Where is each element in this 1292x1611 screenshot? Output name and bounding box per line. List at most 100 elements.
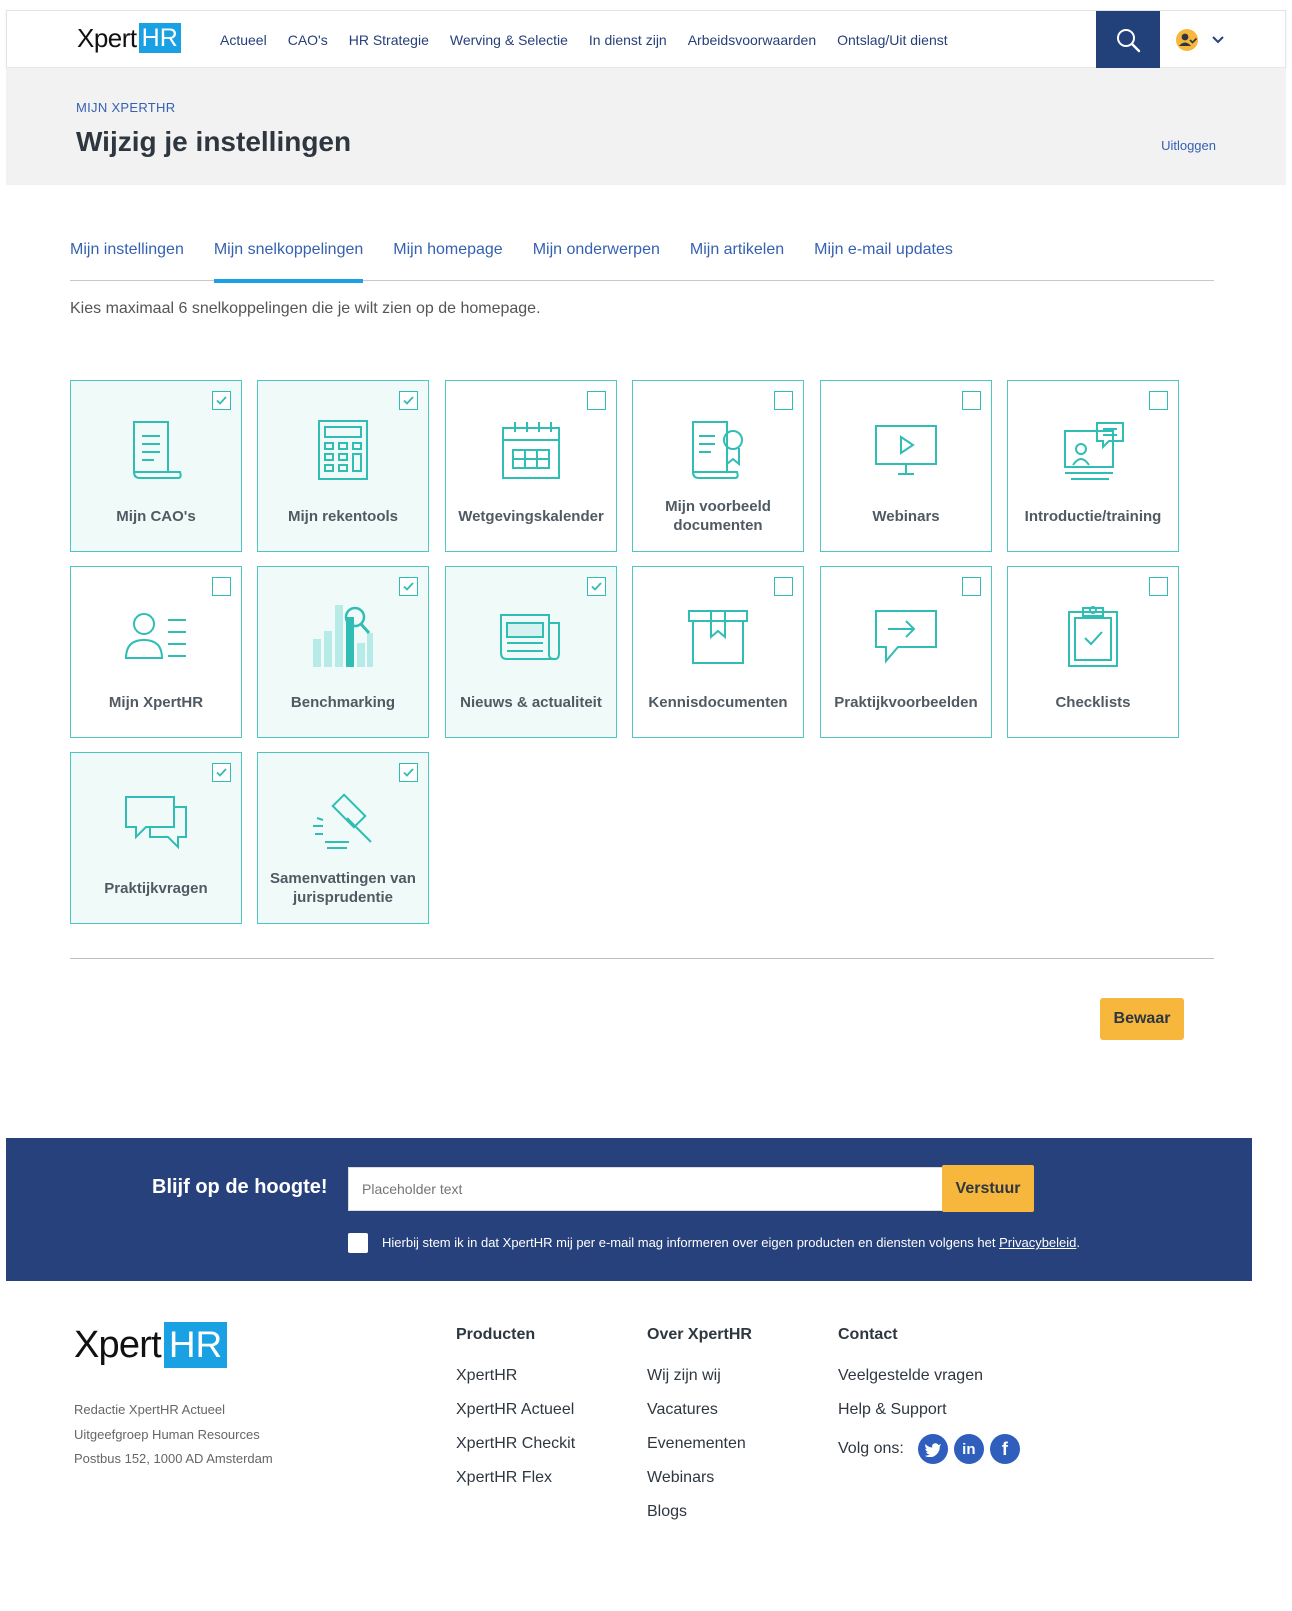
tile-checkbox[interactable] xyxy=(587,577,606,596)
footer-col-title: Over XpertHR xyxy=(647,1326,752,1343)
nav-werving-selectie[interactable]: Werving & Selectie xyxy=(450,32,568,48)
chevron-down-icon xyxy=(1212,36,1224,44)
check-icon xyxy=(403,582,414,591)
tab-mijn-homepage[interactable]: Mijn homepage xyxy=(393,237,502,281)
check-icon xyxy=(403,768,414,777)
newsletter-bar: Blijf op de hoogte! Verstuur Hierbij ste… xyxy=(6,1138,1252,1281)
consent-checkbox[interactable] xyxy=(348,1233,368,1253)
intro-text: Kies maximaal 6 snelkoppelingen die je w… xyxy=(70,300,541,317)
breadcrumb[interactable]: MIJN XPERTHR xyxy=(76,100,175,115)
shortcut-tile[interactable]: Praktijkvoorbeelden xyxy=(820,566,992,738)
footer-logo[interactable]: Xpert HR xyxy=(74,1322,228,1368)
tile-checkbox[interactable] xyxy=(587,391,606,410)
speech-arrow-icon xyxy=(871,603,941,669)
shortcut-tile[interactable]: Introductie/training xyxy=(1007,380,1179,552)
nav-caos[interactable]: CAO's xyxy=(288,32,328,48)
tab-mijn-artikelen[interactable]: Mijn artikelen xyxy=(690,237,784,281)
shortcut-tile[interactable]: Checklists xyxy=(1007,566,1179,738)
page-title: Wijzig je instellingen xyxy=(76,126,352,157)
tab-mijn-snelkoppelingen[interactable]: Mijn snelkoppelingen xyxy=(213,237,364,283)
tile-checkbox[interactable] xyxy=(962,391,981,410)
logo-badge: HR xyxy=(138,23,181,53)
facebook-icon[interactable]: f xyxy=(989,1434,1020,1464)
footer-link[interactable]: Vacatures xyxy=(647,1400,752,1420)
nav-hr-strategie[interactable]: HR Strategie xyxy=(349,32,429,48)
video-icon xyxy=(871,417,941,483)
search-icon xyxy=(1117,29,1141,53)
tile-checkbox[interactable] xyxy=(399,577,418,596)
shortcut-tile[interactable]: Kennisdocumenten xyxy=(632,566,804,738)
shortcut-tile[interactable]: Mijn CAO's xyxy=(70,380,242,552)
tab-mijn-email-updates[interactable]: Mijn e-mail updates xyxy=(814,237,953,281)
social-follow: Volg ons: in f xyxy=(838,1434,1020,1464)
footer-logo-badge: HR xyxy=(163,1322,228,1368)
tile-checkbox[interactable] xyxy=(212,391,231,410)
footer-link[interactable]: XpertHR Actueel xyxy=(456,1400,575,1420)
footer-link[interactable]: Wij zijn wij xyxy=(647,1366,752,1386)
xperthr-logo[interactable]: Xpert HR xyxy=(77,23,181,53)
footer-logo-text: Xpert xyxy=(74,1324,162,1366)
logo-text: Xpert xyxy=(77,23,137,53)
tile-checkbox[interactable] xyxy=(399,763,418,782)
shortcut-tile[interactable]: Mijn rekentools xyxy=(257,380,429,552)
tile-checkbox[interactable] xyxy=(212,763,231,782)
footer-col-title: Contact xyxy=(838,1326,898,1343)
tab-mijn-onderwerpen[interactable]: Mijn onderwerpen xyxy=(533,237,660,281)
shortcut-tile[interactable]: Praktijkvragen xyxy=(70,752,242,924)
tile-label: Introductie/training xyxy=(1024,507,1162,525)
tile-checkbox[interactable] xyxy=(1149,577,1168,596)
address-line: Postbus 152, 1000 AD Amsterdam xyxy=(74,1451,273,1466)
nav-arbeidsvoorwaarden[interactable]: Arbeidsvoorwaarden xyxy=(688,32,816,48)
footer-link[interactable]: Webinars xyxy=(647,1468,752,1488)
consent-text-body: Hierbij stem ik in dat XpertHR mij per e… xyxy=(382,1235,1000,1250)
chat-bubbles-icon xyxy=(121,789,191,855)
shortcut-tile[interactable]: Webinars xyxy=(820,380,992,552)
tile-label: Samenvattingen van jurisprudentie xyxy=(270,870,416,906)
tile-checkbox[interactable] xyxy=(212,577,231,596)
top-header: Xpert HR Actueel CAO's HR Strategie Werv… xyxy=(6,10,1286,69)
certificate-icon xyxy=(683,417,753,483)
calculator-icon xyxy=(308,417,378,483)
tab-mijn-instellingen[interactable]: Mijn instellingen xyxy=(70,237,184,281)
logout-link[interactable]: Uitloggen xyxy=(1161,138,1216,153)
tile-checkbox[interactable] xyxy=(399,391,418,410)
main-nav: Actueel CAO's HR Strategie Werving & Sel… xyxy=(220,11,969,69)
settings-tabs: Mijn instellingen Mijn snelkoppelingen M… xyxy=(70,237,1214,283)
save-button[interactable]: Bewaar xyxy=(1100,998,1184,1040)
tile-label: Benchmarking xyxy=(290,693,396,711)
twitter-icon[interactable] xyxy=(917,1434,948,1464)
footer-link[interactable]: XpertHR Flex xyxy=(456,1468,575,1488)
shortcut-tile[interactable]: Samenvattingen van jurisprudentie xyxy=(257,752,429,924)
footer-address: Redactie XpertHR Actueel Uitgeefgroep Hu… xyxy=(74,1398,273,1472)
search-button[interactable] xyxy=(1096,11,1160,69)
newsletter-submit-button[interactable]: Verstuur xyxy=(942,1165,1034,1212)
privacy-link[interactable]: Privacybeleid xyxy=(999,1235,1076,1250)
footer-link[interactable]: Evenementen xyxy=(647,1434,752,1454)
footer-link[interactable]: XpertHR Checkit xyxy=(456,1434,575,1454)
nav-actueel[interactable]: Actueel xyxy=(220,32,267,48)
shortcut-tile[interactable]: Benchmarking xyxy=(257,566,429,738)
shortcut-tile[interactable]: Nieuws & actualiteit xyxy=(445,566,617,738)
linkedin-icon[interactable]: in xyxy=(953,1434,984,1464)
tile-checkbox[interactable] xyxy=(774,577,793,596)
footer-link[interactable]: Blogs xyxy=(647,1502,752,1522)
footer-link[interactable]: Veelgestelde vragen xyxy=(838,1366,1020,1386)
tile-checkbox[interactable] xyxy=(1149,391,1168,410)
user-menu-button[interactable] xyxy=(1175,26,1235,54)
footer-link[interactable]: Help & Support xyxy=(838,1400,1020,1420)
shortcut-tile[interactable]: Mijn voorbeeld documenten xyxy=(632,380,804,552)
tile-checkbox[interactable] xyxy=(962,577,981,596)
footer-link[interactable]: XpertHR xyxy=(456,1366,575,1386)
newsletter-email-input[interactable] xyxy=(348,1167,944,1211)
address-line: Uitgeefgroep Human Resources xyxy=(74,1426,260,1442)
check-icon xyxy=(216,396,227,405)
shortcut-tile[interactable]: Wetgevingskalender xyxy=(445,380,617,552)
tile-label: Nieuws & actualiteit xyxy=(460,693,602,711)
training-icon xyxy=(1058,417,1128,483)
check-icon xyxy=(591,582,602,591)
tile-label: Mijn rekentools xyxy=(287,507,399,525)
shortcut-tile[interactable]: Mijn XpertHR xyxy=(70,566,242,738)
nav-ontslag-uit-dienst[interactable]: Ontslag/Uit dienst xyxy=(837,32,948,48)
tile-checkbox[interactable] xyxy=(774,391,793,410)
nav-in-dienst-zijn[interactable]: In dienst zijn xyxy=(589,32,667,48)
